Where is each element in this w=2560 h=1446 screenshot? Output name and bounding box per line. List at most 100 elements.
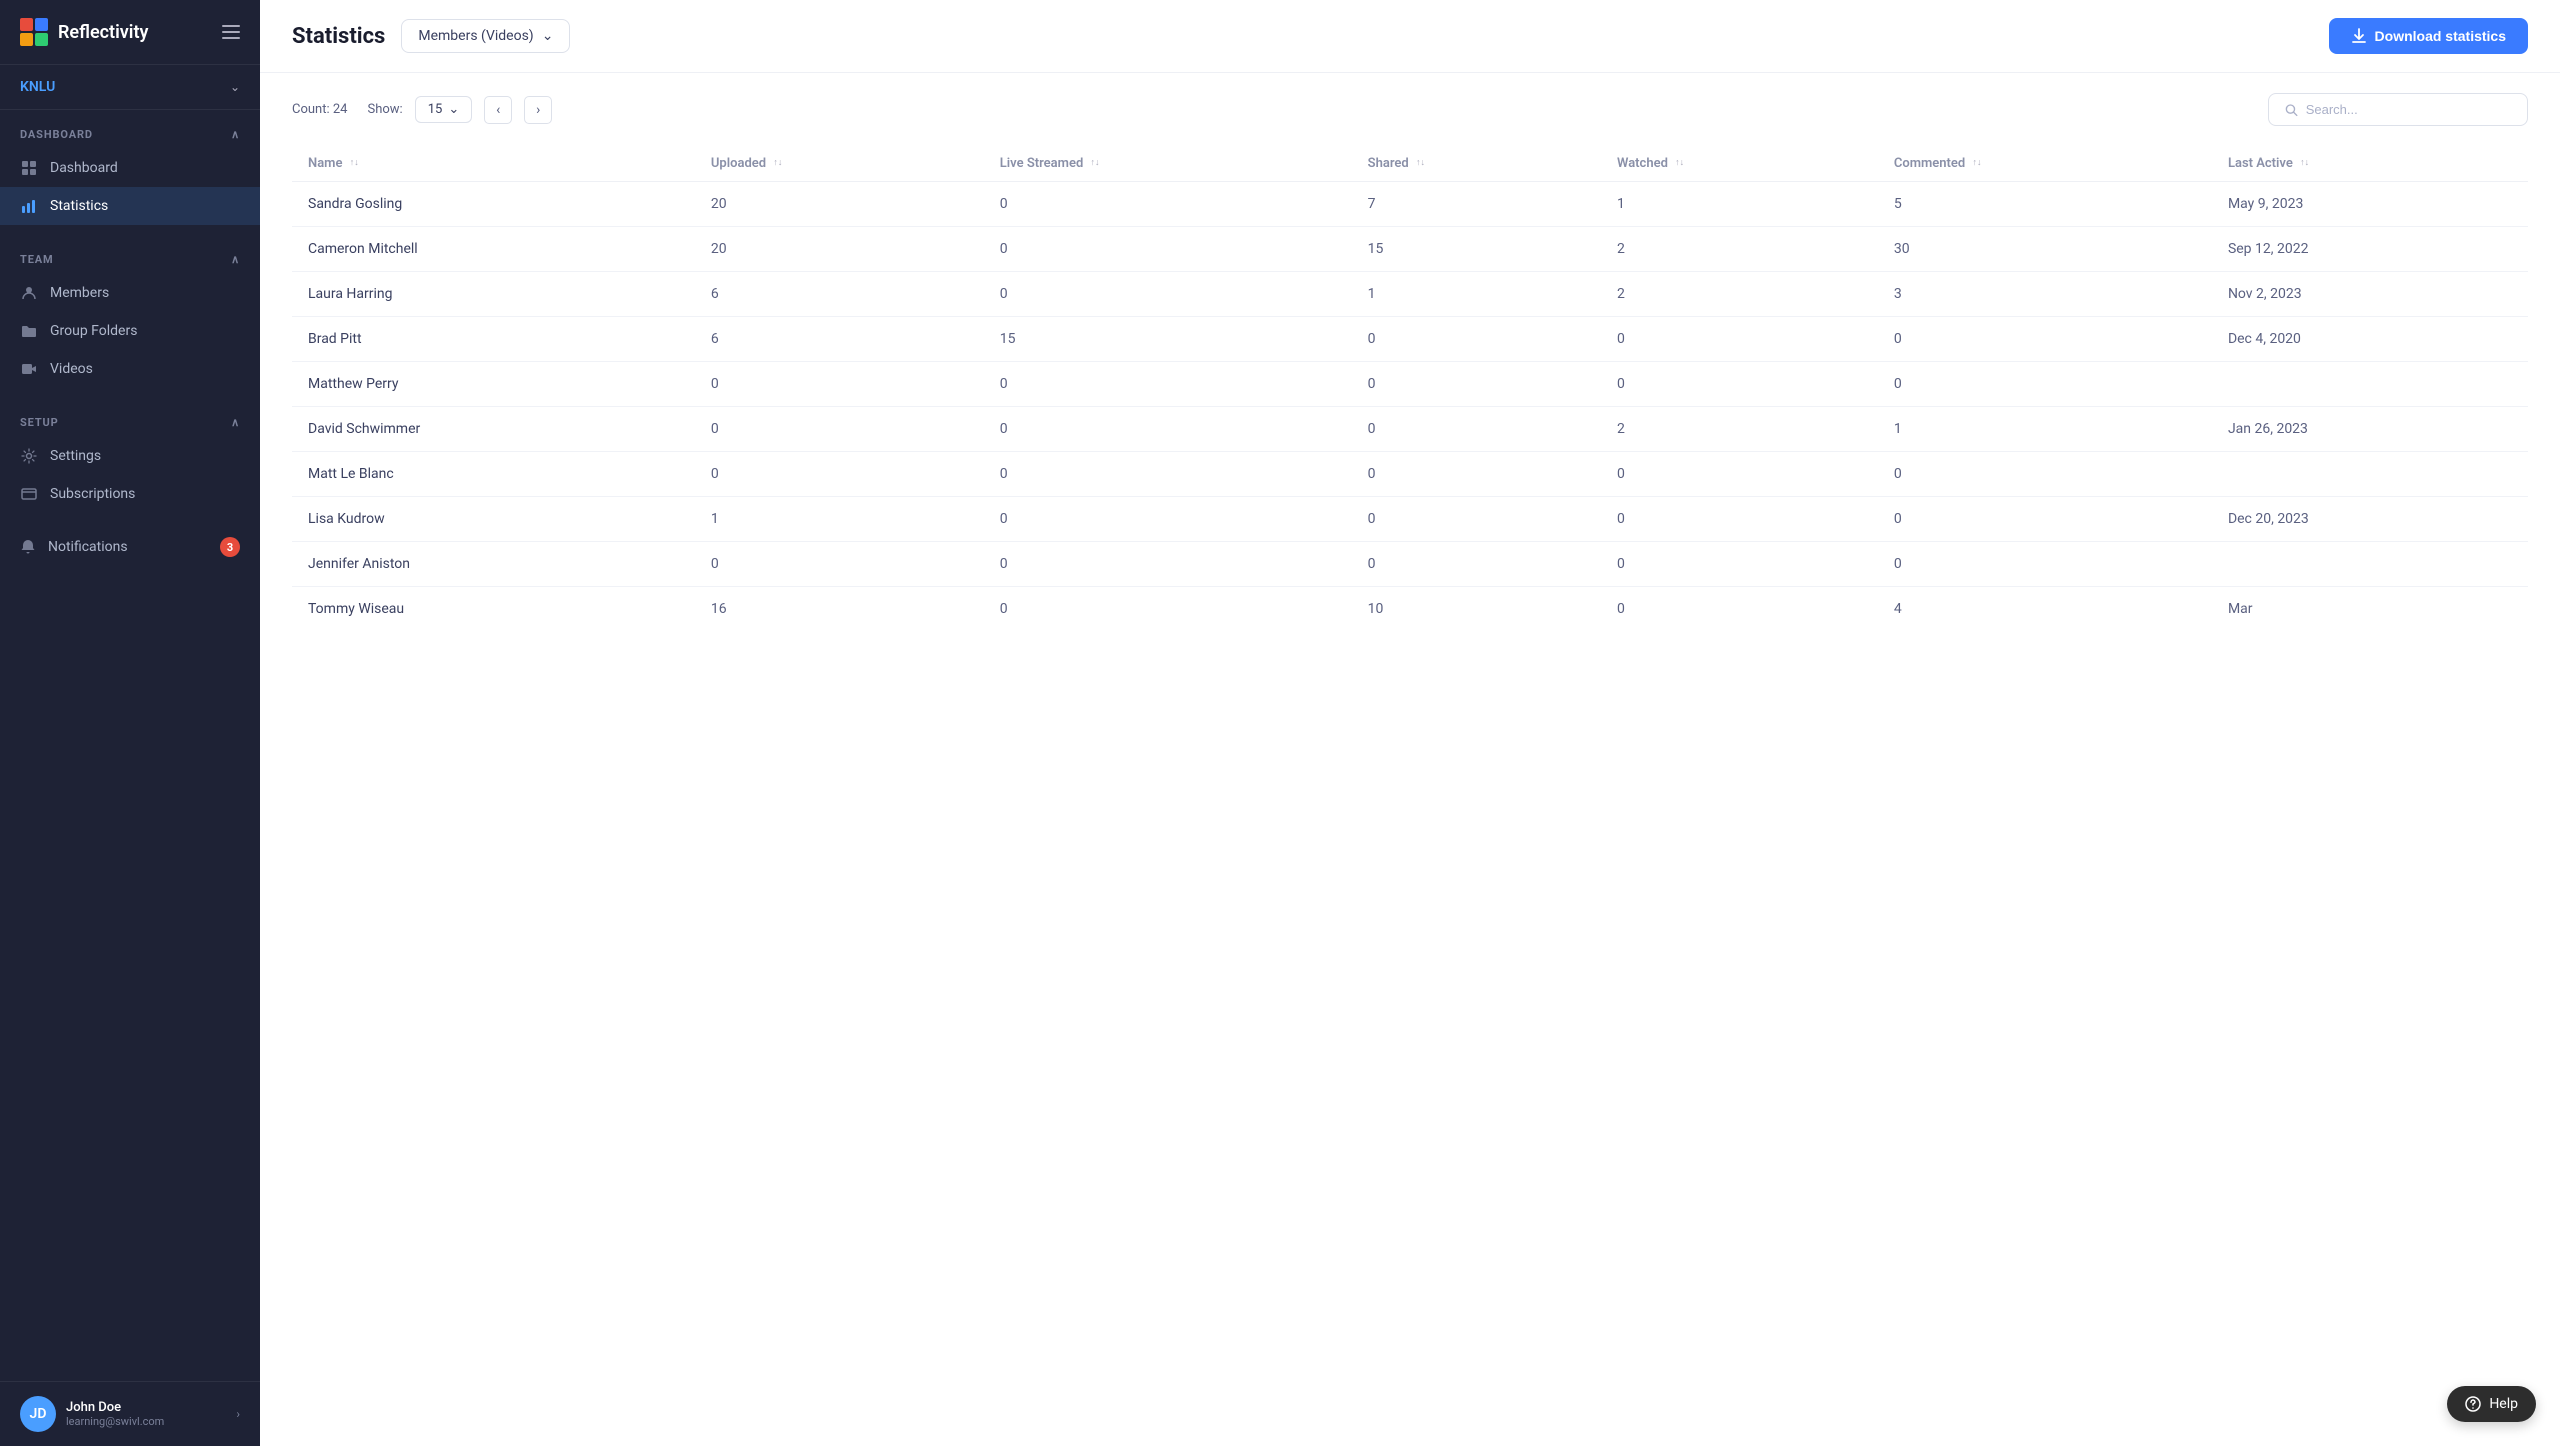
cell-live-streamed: 0: [984, 497, 1352, 542]
settings-icon: [20, 447, 38, 465]
download-label: Download statistics: [2375, 28, 2506, 44]
statistics-label: Statistics: [50, 198, 108, 214]
team-chevron-icon: ∧: [231, 253, 240, 266]
col-name[interactable]: Name ↑↓: [292, 146, 695, 182]
filter-dropdown[interactable]: Members (Videos) ⌄: [401, 19, 570, 53]
cell-live-streamed: 0: [984, 587, 1352, 632]
org-section[interactable]: KNLU ⌄: [0, 65, 260, 110]
dashboard-chevron-icon: ∧: [231, 128, 240, 141]
sidebar-item-members[interactable]: Members: [0, 274, 260, 312]
search-icon: [2285, 103, 2298, 117]
cell-commented: 5: [1878, 182, 2212, 227]
download-button[interactable]: Download statistics: [2329, 18, 2528, 54]
table-header: Name ↑↓ Uploaded ↑↓ Live Streamed ↑↓ Sha…: [292, 146, 2528, 182]
sidebar-item-group-folders[interactable]: Group Folders: [0, 312, 260, 350]
notifications-label: Notifications: [48, 539, 128, 555]
cell-watched: 0: [1601, 452, 1878, 497]
notifications-row: Notifications 3: [48, 537, 240, 557]
main-content: Statistics Members (Videos) ⌄ Download s…: [260, 0, 2560, 1446]
sidebar-item-subscriptions[interactable]: Subscriptions: [0, 475, 260, 513]
page-title: Statistics: [292, 24, 385, 49]
cell-uploaded: 6: [695, 272, 984, 317]
table-area: Count: 24 Show: 15 ⌄ ‹ › Name ↑↓: [260, 73, 2560, 1446]
cell-name: Laura Harring: [292, 272, 695, 317]
col-commented[interactable]: Commented ↑↓: [1878, 146, 2212, 182]
cell-name: Jennifer Aniston: [292, 542, 695, 587]
cell-last-active: May 9, 2023: [2212, 182, 2528, 227]
cell-shared: 1: [1352, 272, 1601, 317]
cell-name: Lisa Kudrow: [292, 497, 695, 542]
table-row[interactable]: Tommy Wiseau 16 0 10 0 4 Mar: [292, 587, 2528, 632]
subscriptions-icon: [20, 485, 38, 503]
search-input[interactable]: [2306, 102, 2511, 117]
table-row[interactable]: David Schwimmer 0 0 0 2 1 Jan 26, 2023: [292, 407, 2528, 452]
sort-live-icon: ↑↓: [1091, 159, 1100, 168]
cell-commented: 0: [1878, 362, 2212, 407]
col-live-streamed[interactable]: Live Streamed ↑↓: [984, 146, 1352, 182]
sidebar-item-videos[interactable]: Videos: [0, 350, 260, 388]
next-page-button[interactable]: ›: [524, 96, 552, 124]
cell-last-active: [2212, 362, 2528, 407]
cell-shared: 15: [1352, 227, 1601, 272]
table-row[interactable]: Laura Harring 6 0 1 2 3 Nov 2, 2023: [292, 272, 2528, 317]
cell-shared: 7: [1352, 182, 1601, 227]
logo[interactable]: Reflectivity: [20, 18, 148, 46]
show-select[interactable]: 15 ⌄: [415, 96, 473, 123]
cell-last-active: Mar: [2212, 587, 2528, 632]
cell-watched: 0: [1601, 587, 1878, 632]
user-name: John Doe: [66, 1400, 226, 1415]
cell-watched: 2: [1601, 272, 1878, 317]
search-box[interactable]: [2268, 93, 2528, 126]
cell-uploaded: 0: [695, 452, 984, 497]
cell-name: Cameron Mitchell: [292, 227, 695, 272]
settings-label: Settings: [50, 448, 101, 464]
col-shared[interactable]: Shared ↑↓: [1352, 146, 1601, 182]
table-row[interactable]: Cameron Mitchell 20 0 15 2 30 Sep 12, 20…: [292, 227, 2528, 272]
cell-commented: 1: [1878, 407, 2212, 452]
subscriptions-label: Subscriptions: [50, 486, 135, 502]
sidebar-item-dashboard[interactable]: Dashboard: [0, 149, 260, 187]
dashboard-section: DASHBOARD ∧ Dashboard Statistics: [0, 110, 260, 235]
cell-name: Matthew Perry: [292, 362, 695, 407]
sidebar-item-settings[interactable]: Settings: [0, 437, 260, 475]
cell-live-streamed: 0: [984, 452, 1352, 497]
col-uploaded[interactable]: Uploaded ↑↓: [695, 146, 984, 182]
cell-name: Matt Le Blanc: [292, 452, 695, 497]
org-chevron-icon: ⌄: [230, 80, 240, 94]
app-name: Reflectivity: [58, 22, 148, 43]
col-last-active[interactable]: Last Active ↑↓: [2212, 146, 2528, 182]
cell-shared: 0: [1352, 497, 1601, 542]
hamburger-icon[interactable]: [222, 25, 240, 39]
sidebar: Reflectivity KNLU ⌄ DASHBOARD ∧ Dashboar…: [0, 0, 260, 1446]
table-row[interactable]: Lisa Kudrow 1 0 0 0 0 Dec 20, 2023: [292, 497, 2528, 542]
count-label: Count: 24: [292, 102, 347, 117]
statistics-icon: [20, 197, 38, 215]
user-footer[interactable]: JD John Doe learning@swivl.com ›: [0, 1381, 260, 1446]
prev-page-button[interactable]: ‹: [484, 96, 512, 124]
table-row[interactable]: Brad Pitt 6 15 0 0 0 Dec 4, 2020: [292, 317, 2528, 362]
table-row[interactable]: Jennifer Aniston 0 0 0 0 0: [292, 542, 2528, 587]
show-label: Show:: [367, 102, 402, 117]
help-button[interactable]: Help: [2447, 1386, 2536, 1422]
sidebar-item-notifications[interactable]: Notifications 3: [0, 527, 260, 567]
avatar: JD: [20, 1396, 56, 1432]
cell-uploaded: 20: [695, 182, 984, 227]
show-value: 15: [428, 102, 443, 117]
table-row[interactable]: Matt Le Blanc 0 0 0 0 0: [292, 452, 2528, 497]
col-watched[interactable]: Watched ↑↓: [1601, 146, 1878, 182]
cell-commented: 30: [1878, 227, 2212, 272]
cell-watched: 0: [1601, 497, 1878, 542]
sort-commented-icon: ↑↓: [1972, 159, 1981, 168]
table-row[interactable]: Matthew Perry 0 0 0 0 0: [292, 362, 2528, 407]
table-row[interactable]: Sandra Gosling 20 0 7 1 5 May 9, 2023: [292, 182, 2528, 227]
filter-label: Members (Videos): [418, 28, 533, 44]
videos-label: Videos: [50, 361, 93, 377]
sidebar-item-statistics[interactable]: Statistics: [0, 187, 260, 225]
user-info: John Doe learning@swivl.com: [66, 1400, 226, 1428]
cell-uploaded: 20: [695, 227, 984, 272]
bell-icon: [20, 538, 36, 556]
show-chevron-icon: ⌄: [448, 102, 459, 117]
cell-commented: 0: [1878, 317, 2212, 362]
cell-watched: 0: [1601, 317, 1878, 362]
sort-watched-icon: ↑↓: [1675, 159, 1684, 168]
